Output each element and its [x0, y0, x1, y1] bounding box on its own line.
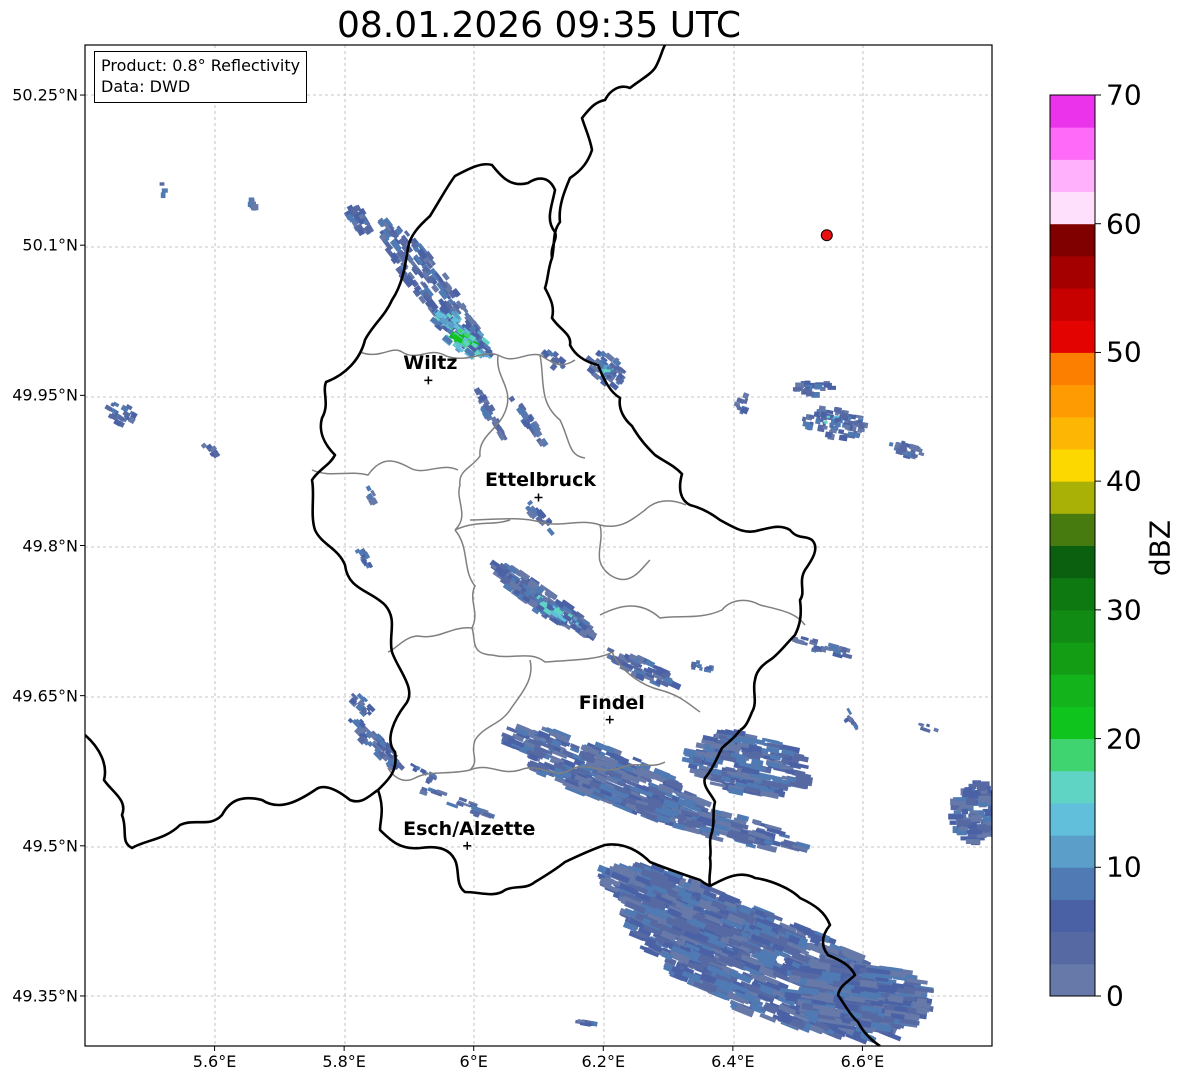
marker-layer [820, 229, 833, 242]
map-frame [85, 45, 992, 1046]
colorbar-segment [1050, 738, 1095, 772]
lon-tick-label: 6.6°E [840, 1052, 885, 1071]
colorbar-title: dBZ [1143, 519, 1177, 577]
lon-tick-label: 6.4°E [711, 1052, 755, 1071]
colorbar-segment [1050, 288, 1095, 321]
city-label: Ettelbruck [485, 469, 596, 492]
colorbar-segment [1050, 545, 1095, 579]
info-product: Product: 0.8° Reflectivity [101, 56, 301, 75]
lat-tick-label: 49.5°N [22, 836, 78, 856]
city-label: Wiltz [403, 352, 458, 375]
colorbar-segment [1050, 674, 1095, 707]
colorbar-segment [1050, 384, 1095, 418]
lat-tick-label: 49.65°N [12, 686, 78, 706]
lat-tick-label: 49.35°N [12, 986, 78, 1006]
colorbar-tick-label: 40 [1106, 464, 1142, 498]
colorbar-segment [1050, 802, 1095, 836]
colorbar-tick-label: 20 [1106, 722, 1142, 756]
lat-tick-label: 50.1°N [22, 235, 78, 255]
colorbar-segment [1050, 577, 1095, 611]
colorbar-segment [1050, 95, 1095, 128]
info-data-source: Data: DWD [101, 77, 191, 96]
colorbar-segment [1050, 642, 1095, 675]
colorbar-segment [1050, 127, 1095, 160]
city-label: Esch/Alzette [403, 817, 536, 840]
colorbar-segment [1050, 899, 1095, 933]
colorbar-segment [1050, 770, 1095, 804]
colorbar-segment [1050, 963, 1095, 997]
lon-tick-marks [214, 1046, 863, 1051]
location-marker [820, 229, 833, 242]
colorbar-segment [1050, 223, 1095, 257]
info-box: Product: 0.8° Reflectivity Data: DWD [94, 51, 308, 103]
colorbar-tick-label: 70 [1106, 78, 1142, 112]
colorbar-tick-label: 10 [1106, 850, 1142, 884]
colorbar-segment [1050, 931, 1095, 965]
colorbar-segment [1050, 513, 1095, 546]
radar-map [80, 44, 1101, 1051]
colorbar-segment [1050, 867, 1095, 900]
colorbar-tick-label: 0 [1106, 979, 1124, 1013]
city-label: Findel [578, 691, 645, 714]
lat-tick-label: 50.25°N [12, 85, 78, 105]
colorbar-segment [1050, 255, 1095, 289]
lon-tick-label: 5.8°E [322, 1052, 366, 1071]
colorbar-segment [1050, 320, 1095, 353]
lon-tick-label: 6.2°E [581, 1052, 626, 1071]
colorbar-tick-label: 30 [1106, 593, 1142, 627]
colorbar-segment [1050, 448, 1095, 482]
lat-tick-marks [80, 94, 85, 997]
lat-tick-label: 49.8°N [22, 536, 78, 555]
colorbar-tick-label: 50 [1106, 335, 1142, 369]
colorbar-segment [1050, 159, 1095, 193]
colorbar-segment [1050, 352, 1095, 386]
colorbar-segment [1050, 835, 1095, 868]
lon-tick-label: 6°E [459, 1052, 488, 1071]
lon-tick-label: 5.6°E [192, 1052, 237, 1071]
colorbar-tick-label: 60 [1106, 207, 1142, 241]
colorbar-segment [1050, 191, 1095, 225]
lat-tick-label: 49.95°N [12, 385, 78, 405]
colorbar-segment [1050, 706, 1095, 740]
colorbar-segment [1050, 481, 1095, 514]
colorbar-segment [1050, 416, 1095, 450]
colorbar [1049, 94, 1101, 997]
colorbar-segment [1050, 609, 1095, 643]
